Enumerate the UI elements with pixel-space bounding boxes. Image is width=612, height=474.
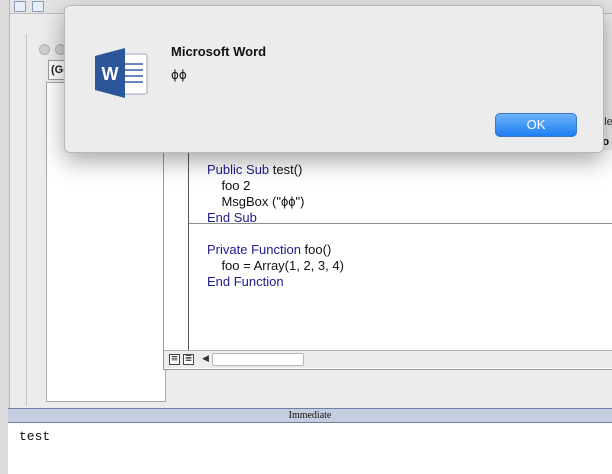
- close-icon[interactable]: [39, 44, 50, 55]
- code-line: End Function: [207, 274, 284, 290]
- scroll-thumb[interactable]: [212, 353, 304, 366]
- code-line: foo = Array(1, 2, 3, 4): [207, 258, 344, 274]
- procedure-view-icon[interactable]: ≡: [169, 354, 180, 365]
- code-margin: [188, 150, 189, 350]
- toolbar-icon[interactable]: [14, 1, 26, 12]
- immediate-text: test: [19, 429, 51, 444]
- code-line: MsgBox ("ϕϕ"): [207, 194, 304, 210]
- message-dialog: W Microsoft Word ϕϕ OK: [64, 5, 604, 153]
- code-line: foo 2: [207, 178, 250, 194]
- code-text: foo(): [304, 242, 332, 257]
- immediate-window[interactable]: test: [8, 423, 612, 474]
- left-frame: [0, 0, 10, 474]
- code-line: End Sub: [207, 210, 257, 226]
- full-module-view-icon[interactable]: ≣: [183, 354, 194, 365]
- code-keyword: Public Sub: [207, 162, 273, 177]
- code-line: Public Sub test(): [207, 162, 302, 178]
- toolbar-icon[interactable]: [32, 1, 44, 12]
- scroll-left-icon[interactable]: ◀: [202, 354, 209, 364]
- code-text: test(): [272, 162, 303, 177]
- code-keyword: Private Function: [207, 242, 305, 257]
- code-keyword: End Function: [207, 274, 284, 289]
- dialog-title: Microsoft Word: [171, 44, 267, 59]
- ok-button[interactable]: OK: [495, 113, 577, 137]
- svg-text:W: W: [102, 64, 119, 84]
- immediate-title-bar: Immediate: [8, 408, 612, 423]
- code-keyword: End Sub: [207, 210, 257, 225]
- code-line: Private Function foo(): [207, 242, 331, 258]
- microsoft-word-icon: W: [95, 48, 148, 98]
- dialog-message: ϕϕ: [171, 68, 187, 82]
- horizontal-scrollbar[interactable]: ≡ ≣ ◀: [164, 350, 612, 368]
- code-text: foo 2: [207, 178, 251, 193]
- code-text: MsgBox ("ϕϕ"): [207, 194, 305, 209]
- code-text: foo = Array(1, 2, 3, 4): [207, 258, 344, 273]
- code-window[interactable]: Public Sub test() foo 2 MsgBox ("ϕϕ") End…: [163, 150, 612, 370]
